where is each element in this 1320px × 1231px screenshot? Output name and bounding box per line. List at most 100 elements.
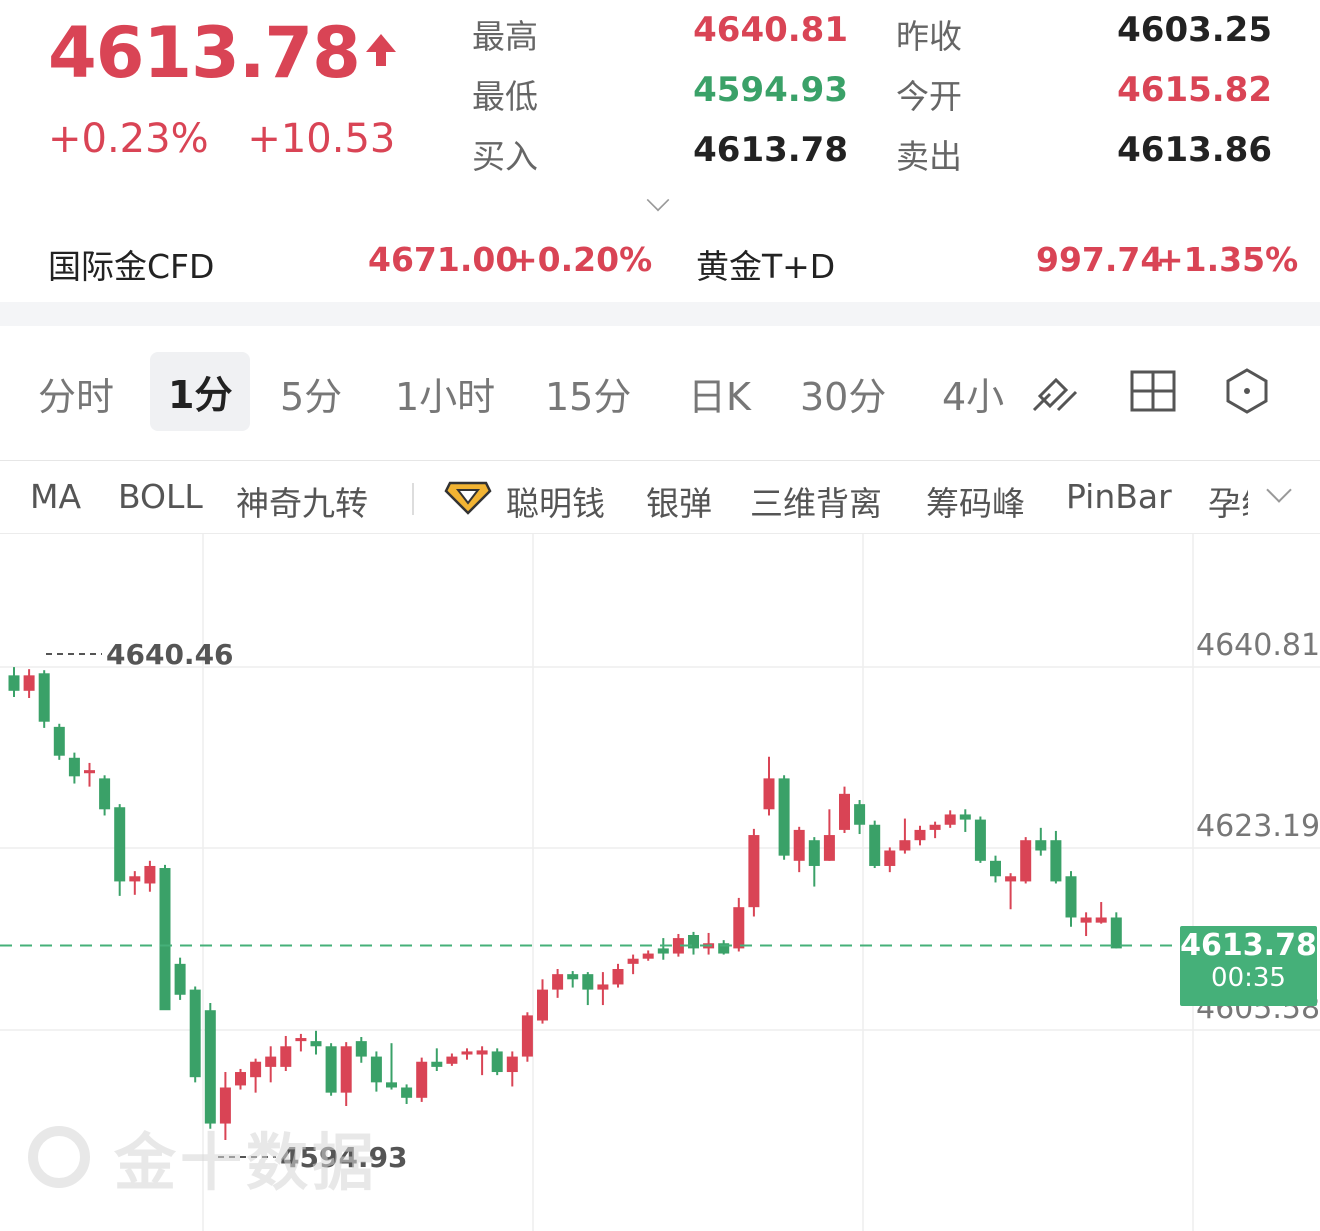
stat-value-ask: 4613.86 <box>1117 130 1272 170</box>
candle-body <box>446 1056 458 1064</box>
candle-body <box>144 865 156 884</box>
candle-body <box>914 829 926 841</box>
layout-grid-icon[interactable] <box>1128 366 1178 416</box>
candle-body <box>733 907 745 949</box>
tab-timeshare[interactable]: 分时 <box>38 366 114 421</box>
candle-body <box>461 1051 473 1055</box>
tab-daily[interactable]: 日K <box>688 366 751 421</box>
candle-body <box>325 1046 337 1093</box>
indicator-chip-peak[interactable]: 筹码峰 <box>926 477 1025 525</box>
candle-body <box>370 1056 382 1083</box>
stat-label-prev-close: 昨收 <box>896 17 962 56</box>
candle-body <box>763 778 775 810</box>
candle-body <box>884 850 896 866</box>
candle-body <box>990 860 1001 877</box>
indicator-ma[interactable]: MA <box>30 477 81 516</box>
indicator-td9[interactable]: 神奇九转 <box>236 477 368 525</box>
indicator-boll[interactable]: BOLL <box>118 477 203 516</box>
candle-body <box>295 1038 307 1042</box>
draw-line-icon[interactable] <box>1030 366 1080 416</box>
candle-body <box>114 807 126 882</box>
tab-1min[interactable]: 1分 <box>150 352 251 431</box>
candle-body <box>340 1046 352 1093</box>
candle-body <box>627 958 639 964</box>
y-axis-label: 4640.81 <box>1196 628 1320 663</box>
stat-value-high: 4640.81 <box>693 10 848 50</box>
indicator-3d-divergence[interactable]: 三维背离 <box>750 477 882 525</box>
related-pct-td: +1.35% <box>1156 240 1299 279</box>
candle-body <box>1095 917 1107 923</box>
candle-body <box>1005 876 1017 882</box>
related-name-td[interactable]: 黄金T+D <box>696 240 835 288</box>
candle-body <box>793 829 805 861</box>
candle-body <box>1020 840 1032 882</box>
candle-body <box>280 1046 292 1067</box>
candles <box>8 667 1122 1141</box>
candle-body <box>567 974 579 980</box>
candle-body <box>84 770 95 774</box>
candle-body <box>431 1061 443 1067</box>
last-price: 4613.78 <box>48 12 396 94</box>
price-change: +0.23% +10.53 <box>48 116 421 162</box>
candle-body <box>944 814 956 825</box>
candle-body <box>23 675 35 691</box>
candle-body <box>521 1015 533 1057</box>
candle-body <box>38 673 50 722</box>
candle-body <box>491 1051 503 1073</box>
tab-5min[interactable]: 5分 <box>280 366 342 421</box>
tab-1hour[interactable]: 1小时 <box>395 366 495 421</box>
quote-header: 4613.78 +0.23% +10.53 最高 4640.81 昨收 4603… <box>0 0 1320 302</box>
indicator-pinbar[interactable]: PinBar <box>1066 477 1172 516</box>
period-tabs: 分时 1分 5分 1小时 15分 日K 30分 4小 <box>0 326 1320 461</box>
candle-body <box>929 824 941 830</box>
candle-body <box>959 814 971 820</box>
indicator-harami[interactable]: 孕线 <box>1208 477 1248 525</box>
candle-body <box>401 1087 413 1098</box>
indicator-smart-money[interactable]: 聪明钱 <box>506 477 605 525</box>
stat-label-low: 最低 <box>472 77 538 116</box>
candle-body <box>204 1010 216 1124</box>
candle-body <box>899 840 911 851</box>
candle-body <box>854 804 866 825</box>
candle-body <box>642 953 654 959</box>
indicator-divider <box>412 483 414 515</box>
candle-body <box>869 824 881 866</box>
candle-body <box>778 778 790 856</box>
stat-value-open: 4615.82 <box>1117 70 1272 110</box>
candle-body <box>68 757 80 777</box>
candle-body <box>129 876 141 882</box>
candle-body <box>416 1061 428 1098</box>
tab-30min[interactable]: 30分 <box>800 366 886 421</box>
related-price-cfd: 4671.00 <box>368 240 519 279</box>
current-price-tag: 4613.78 00:35 <box>1180 926 1317 1006</box>
candle-body <box>597 984 609 990</box>
chevron-down-icon[interactable] <box>1266 477 1292 503</box>
high-annotation: 4640.46 <box>106 638 234 671</box>
candle-body <box>823 835 835 861</box>
current-price-value: 4613.78 <box>1180 928 1317 963</box>
candle-body <box>1110 917 1122 949</box>
tab-15min[interactable]: 15分 <box>545 366 631 421</box>
related-price-td: 997.74 <box>1036 240 1164 279</box>
candle-body <box>53 726 65 756</box>
candle-body <box>537 989 548 1021</box>
chevron-down-icon[interactable] <box>646 188 670 212</box>
candle-body <box>8 675 20 691</box>
candle-body <box>748 835 760 908</box>
stat-value-low: 4594.93 <box>693 70 848 110</box>
related-pct-cfd: +0.20% <box>510 240 653 279</box>
stat-label-open: 今开 <box>896 77 962 116</box>
indicator-silver-bullet[interactable]: 银弹 <box>646 477 712 525</box>
tab-4hour[interactable]: 4小 <box>942 366 1008 421</box>
last-price-value: 4613.78 <box>48 12 361 94</box>
indicator-bar: MA BOLL 神奇九转 聪明钱 银弹 三维背离 筹码峰 PinBar 孕线 <box>0 461 1320 534</box>
settings-hexagon-icon[interactable] <box>1222 366 1272 416</box>
related-name-cfd[interactable]: 国际金CFD <box>48 240 214 288</box>
diamond-vip-icon <box>444 481 492 515</box>
candle-body <box>386 1082 397 1088</box>
candle-body <box>235 1072 246 1086</box>
stat-label-bid: 买入 <box>472 137 538 176</box>
candle-body <box>476 1050 488 1055</box>
candle-body <box>189 989 201 1078</box>
candle-body <box>1065 876 1077 918</box>
